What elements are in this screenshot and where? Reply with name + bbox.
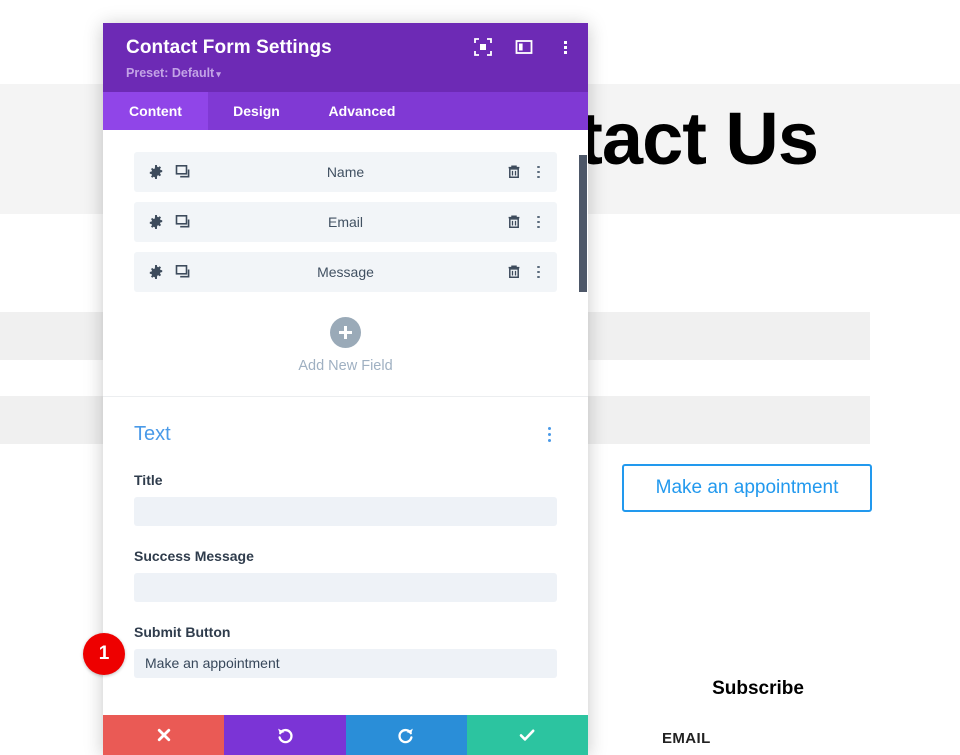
success-message-field-group: Success Message: [134, 548, 557, 602]
make-appointment-button[interactable]: Make an appointment: [622, 464, 872, 512]
check-icon: [520, 729, 535, 741]
text-section: Text Title Success Message Submit Button: [103, 397, 588, 678]
section-title: Text: [134, 422, 171, 445]
panel-header: Contact Form Settings Preset: Default ▾: [103, 23, 588, 92]
save-button[interactable]: [466, 715, 588, 755]
title-label: Title: [134, 471, 163, 488]
form-fields-list: Name Email Message Add New Field: [103, 130, 588, 396]
section-header: Text: [134, 423, 557, 446]
table-row[interactable]: Email: [134, 201, 557, 242]
trash-icon[interactable]: [506, 164, 522, 180]
tab-advanced[interactable]: Advanced: [305, 92, 419, 130]
contact-form-settings-panel: Contact Form Settings Preset: Default ▾ C…: [103, 23, 588, 755]
title-input[interactable]: [134, 496, 557, 526]
table-row[interactable]: Name: [134, 151, 557, 192]
panel-body: Name Email Message Add New Field Text Ti…: [103, 129, 588, 715]
field-label: Message: [317, 263, 374, 280]
trash-icon[interactable]: [506, 214, 522, 230]
trash-icon[interactable]: [506, 264, 522, 280]
redo-icon: [398, 728, 414, 744]
undo-icon: [277, 728, 293, 744]
row-right-icons: [506, 164, 545, 180]
submit-button-input[interactable]: [134, 648, 557, 678]
panel-scrollbar-thumb[interactable]: [579, 154, 587, 292]
undo-button[interactable]: [224, 715, 346, 755]
panel-scrollbar[interactable]: [579, 130, 588, 715]
preset-label: Preset: Default: [126, 65, 215, 80]
chevron-down-icon: ▾: [216, 68, 221, 79]
focus-icon[interactable]: [474, 38, 492, 56]
success-message-label: Success Message: [134, 547, 254, 564]
add-new-field-button[interactable]: Add New Field: [134, 302, 557, 396]
add-new-field-label: Add New Field: [298, 357, 393, 374]
tab-content[interactable]: Content: [103, 91, 208, 130]
subscribe-heading: Subscribe: [712, 678, 804, 699]
subscribe-email-field[interactable]: EMAIL: [648, 716, 870, 755]
section-more-options-icon[interactable]: [543, 425, 557, 443]
field-label: Email: [327, 213, 363, 230]
submit-button-label: Submit Button: [134, 623, 231, 640]
step-badge: 1: [83, 633, 125, 675]
row-more-options-icon[interactable]: [531, 264, 545, 280]
table-row[interactable]: Message: [134, 251, 557, 292]
field-label: Name: [326, 163, 365, 180]
subscribe-email-label: EMAIL: [662, 730, 711, 747]
preset-selector[interactable]: Preset: Default ▾: [126, 66, 570, 80]
success-message-input[interactable]: [134, 572, 557, 602]
panel-header-icons: [474, 38, 574, 56]
redo-button[interactable]: [345, 715, 467, 755]
panel-tabs: Content Design Advanced: [103, 91, 588, 130]
submit-button-field-group: Submit Button: [134, 624, 557, 678]
tab-design[interactable]: Design: [208, 92, 305, 130]
row-right-icons: [506, 264, 545, 280]
row-right-icons: [506, 214, 545, 230]
cancel-button[interactable]: [103, 715, 225, 755]
close-icon: [157, 728, 170, 742]
plus-icon: [330, 316, 361, 348]
panel-footer: [103, 715, 588, 755]
row-more-options-icon[interactable]: [531, 214, 545, 230]
layout-icon[interactable]: [515, 38, 533, 56]
title-field-group: Title: [134, 472, 557, 526]
row-more-options-icon[interactable]: [531, 164, 545, 180]
more-options-icon[interactable]: [556, 38, 574, 56]
